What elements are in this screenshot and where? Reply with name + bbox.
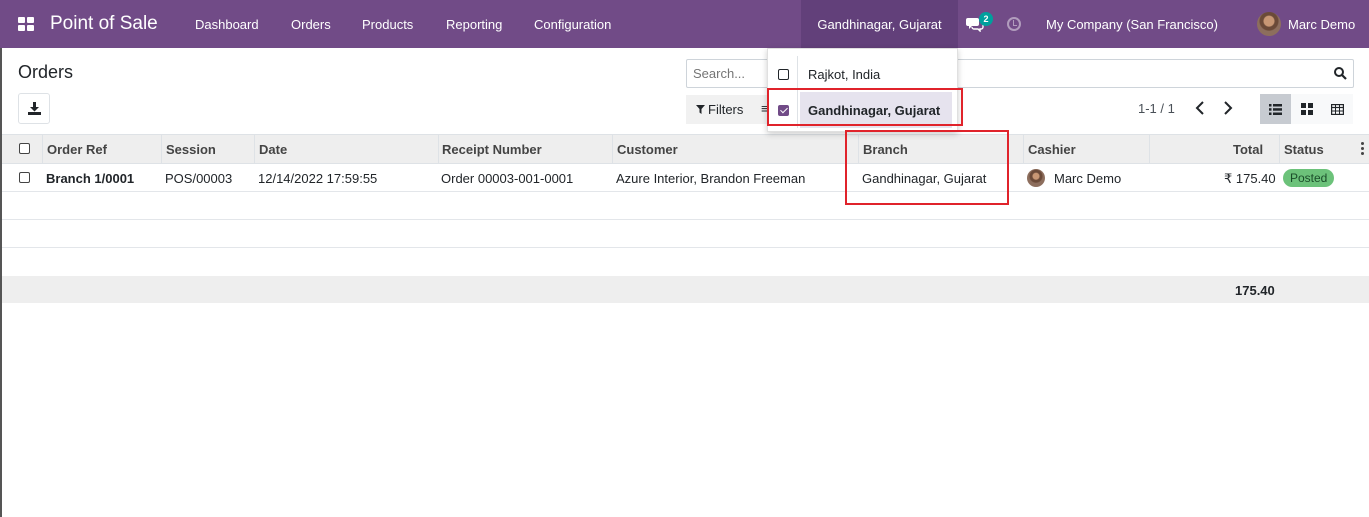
cell-date: 12/14/2022 17:59:55 — [258, 171, 378, 186]
select-all-checkbox[interactable] — [19, 143, 30, 154]
totals-row: 175.40 — [2, 276, 1369, 303]
column-customer[interactable]: Customer — [617, 142, 678, 157]
search-input[interactable] — [693, 66, 763, 81]
kanban-view-button[interactable] — [1291, 94, 1322, 124]
download-icon — [28, 102, 41, 115]
column-order-ref[interactable]: Order Ref — [47, 142, 107, 157]
company-switcher[interactable]: My Company (San Francisco) — [1046, 17, 1218, 32]
branch-option-rajkot[interactable]: Rajkot, India — [768, 56, 959, 92]
menu-reporting[interactable]: Reporting — [446, 17, 502, 32]
list-view-button[interactable] — [1260, 94, 1291, 124]
annotation-highlight-branch-column — [845, 130, 1009, 205]
menu-configuration[interactable]: Configuration — [534, 17, 611, 32]
cell-customer: Azure Interior, Brandon Freeman — [616, 171, 806, 186]
pager-value[interactable]: 1-1 / 1 — [1138, 101, 1175, 116]
kanban-view-icon — [1300, 103, 1313, 115]
top-navbar: Point of Sale Dashboard Orders Products … — [0, 0, 1369, 48]
column-session[interactable]: Session — [166, 142, 216, 157]
cell-cashier: Marc Demo — [1054, 171, 1122, 186]
menu-products[interactable]: Products — [362, 17, 413, 32]
branch-option-label: Rajkot, India — [808, 66, 881, 82]
empty-row — [2, 220, 1369, 248]
cell-session: POS/00003 — [165, 171, 233, 186]
column-total[interactable]: Total — [1233, 142, 1263, 157]
search-icon[interactable] — [1334, 67, 1347, 80]
column-receipt-number[interactable]: Receipt Number — [442, 142, 542, 157]
column-status[interactable]: Status — [1284, 142, 1324, 157]
menu-dashboard[interactable]: Dashboard — [195, 17, 259, 32]
table-row[interactable]: Branch 1/0001 POS/00003 12/14/2022 17:59… — [2, 164, 1369, 192]
pager-previous-icon[interactable] — [1193, 100, 1207, 116]
page-title: Orders — [18, 62, 74, 82]
app-title[interactable]: Point of Sale — [50, 13, 158, 35]
user-menu[interactable]: Marc Demo — [1288, 17, 1355, 32]
column-date[interactable]: Date — [259, 142, 287, 157]
column-cashier[interactable]: Cashier — [1028, 142, 1076, 157]
annotation-highlight-dropdown — [767, 88, 963, 126]
optional-columns-icon[interactable] — [1361, 142, 1364, 155]
cell-order-ref: Branch 1/0001 — [46, 171, 135, 186]
messages-count-badge: 2 — [979, 12, 993, 26]
status-badge: Posted — [1283, 169, 1335, 187]
cell-receipt-number: Order 00003-001-0001 — [441, 171, 574, 186]
cashier-avatar — [1027, 169, 1045, 187]
row-checkbox[interactable] — [19, 172, 30, 183]
pager-next-icon[interactable] — [1221, 100, 1235, 116]
filters-label: Filters — [708, 102, 744, 117]
cell-total: ₹ 175.40 — [1224, 171, 1276, 186]
menu-orders[interactable]: Orders — [291, 17, 331, 32]
export-button[interactable] — [18, 93, 50, 124]
list-view-icon — [1269, 103, 1282, 115]
branch-switcher[interactable]: Gandhinagar, Gujarat — [801, 0, 958, 48]
activity-clock-icon[interactable] — [1007, 17, 1021, 31]
user-avatar[interactable] — [1257, 12, 1281, 36]
table-header: Order Ref Session Date Receipt Number Cu… — [2, 134, 1369, 164]
apps-menu-icon[interactable] — [18, 17, 34, 31]
filters-button[interactable]: Filters — [686, 95, 756, 124]
sum-total: 175.40 — [1235, 283, 1275, 298]
empty-row — [2, 248, 1369, 276]
pivot-view-button[interactable] — [1322, 94, 1353, 124]
filter-icon — [696, 105, 705, 114]
branch-checkbox-rajkot[interactable] — [778, 68, 789, 80]
empty-row — [2, 192, 1369, 220]
table-view-icon — [1331, 103, 1344, 115]
